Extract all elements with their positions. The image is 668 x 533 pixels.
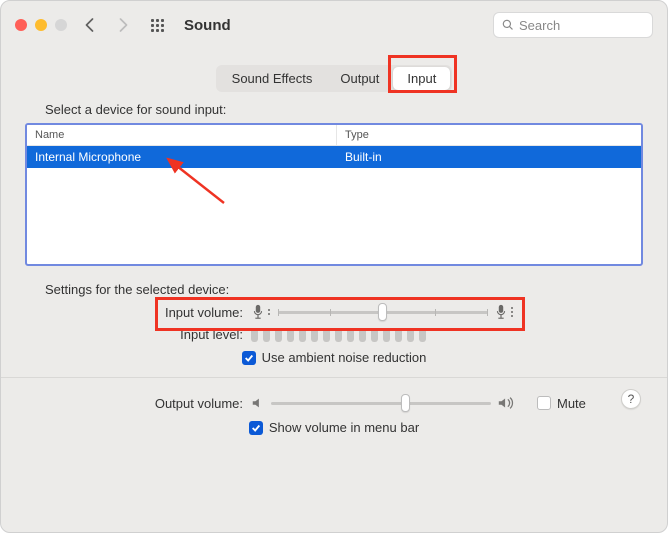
table-header: Name Type xyxy=(27,125,641,146)
mute-checkbox[interactable] xyxy=(537,396,551,410)
mute-label: Mute xyxy=(557,396,586,411)
forward-button[interactable] xyxy=(111,13,135,37)
input-level-label: Input level: xyxy=(25,327,245,342)
input-volume-slider[interactable] xyxy=(278,303,488,321)
zoom-window-button[interactable] xyxy=(55,19,67,31)
menubar-label: Show volume in menu bar xyxy=(269,420,419,435)
mic-high-icon xyxy=(494,304,516,320)
input-level-row: Input level: xyxy=(25,327,643,342)
input-volume-row: Input volume: xyxy=(25,303,643,321)
window-controls xyxy=(15,19,67,31)
minimize-window-button[interactable] xyxy=(35,19,47,31)
input-volume-label: Input volume: xyxy=(25,305,245,320)
window-title: Sound xyxy=(184,17,231,34)
search-input[interactable]: Search xyxy=(493,12,653,38)
back-button[interactable] xyxy=(77,13,101,37)
device-type: Built-in xyxy=(337,146,641,168)
output-volume-slider[interactable] xyxy=(271,394,491,412)
menubar-checkbox[interactable] xyxy=(249,421,263,435)
titlebar: Sound Search xyxy=(1,1,667,49)
ambient-noise-label: Use ambient noise reduction xyxy=(262,350,427,365)
tab-output[interactable]: Output xyxy=(326,67,393,90)
content: Sound Effects Output Input Select a devi… xyxy=(1,49,667,463)
settings-label: Settings for the selected device: xyxy=(45,282,643,297)
output-volume-label: Output volume: xyxy=(25,396,245,411)
search-icon xyxy=(502,19,514,31)
input-device-table[interactable]: Name Type Internal Microphone Built-in xyxy=(25,123,643,266)
ambient-noise-checkbox[interactable] xyxy=(242,351,256,365)
input-level-meter xyxy=(251,328,426,342)
output-volume-row: Output volume: Mute xyxy=(25,394,643,412)
menubar-row[interactable]: Show volume in menu bar xyxy=(25,420,643,435)
separator xyxy=(1,377,667,378)
speaker-high-icon xyxy=(497,395,515,411)
search-placeholder: Search xyxy=(519,18,560,33)
table-row[interactable]: Internal Microphone Built-in xyxy=(27,146,641,168)
select-device-label: Select a device for sound input: xyxy=(45,102,643,117)
tab-sound-effects[interactable]: Sound Effects xyxy=(218,67,327,90)
col-name: Name xyxy=(27,125,337,145)
tab-input[interactable]: Input xyxy=(393,67,450,90)
device-settings: Settings for the selected device: Input … xyxy=(25,282,643,365)
ambient-noise-row[interactable]: Use ambient noise reduction xyxy=(25,350,643,365)
show-all-button[interactable] xyxy=(151,19,164,32)
speaker-low-icon xyxy=(251,396,265,410)
sound-preferences-window: Sound Search Sound Effects Output Input … xyxy=(0,0,668,533)
help-button[interactable]: ? xyxy=(621,389,641,409)
col-type: Type xyxy=(337,125,641,145)
tabs: Sound Effects Output Input xyxy=(25,65,643,92)
close-window-button[interactable] xyxy=(15,19,27,31)
mic-low-icon xyxy=(251,304,272,320)
device-name: Internal Microphone xyxy=(27,146,337,168)
